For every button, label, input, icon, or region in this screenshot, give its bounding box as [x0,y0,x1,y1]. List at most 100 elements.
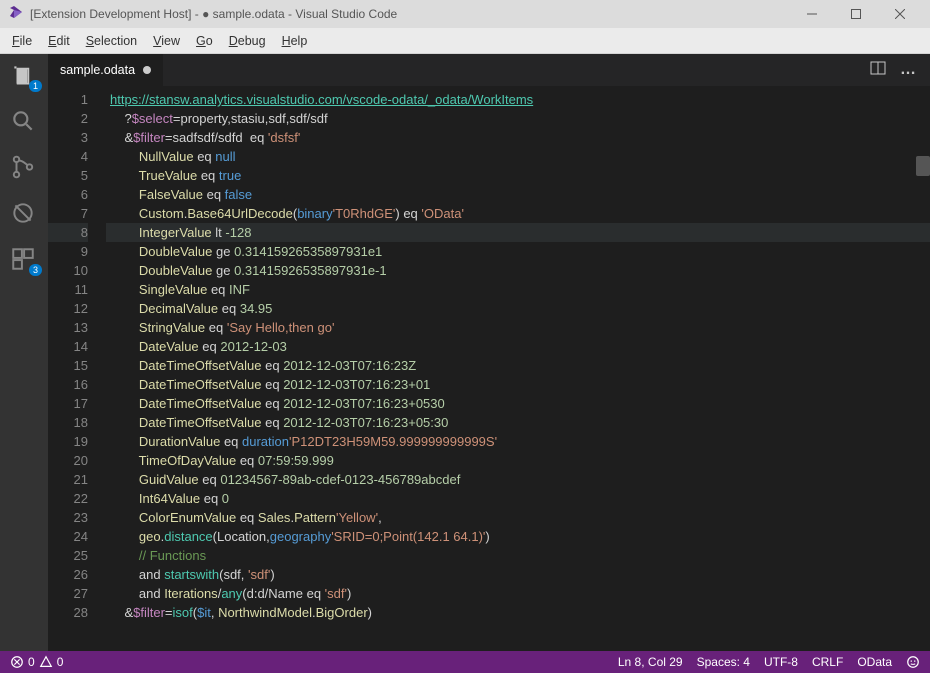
line-number: 2 [48,109,88,128]
code-line[interactable]: TimeOfDayValue eq 07:59:59.999 [106,451,930,470]
code-line[interactable]: and startswith(sdf, 'sdf') [106,565,930,584]
minimap-thumb[interactable] [916,156,930,176]
explorer-badge: 1 [29,80,42,92]
menu-go[interactable]: Go [188,31,221,51]
code-line[interactable]: DurationValue eq duration'P12DT23H59M59.… [106,432,930,451]
line-number: 7 [48,204,88,223]
code-line[interactable]: ?$select=property,stasiu,sdf,sdf/sdf [106,109,930,128]
line-number: 26 [48,565,88,584]
dirty-indicator-icon [143,66,151,74]
code-line[interactable]: DoubleValue ge 0.31415926535897931e-1 [106,261,930,280]
code-line[interactable]: StringValue eq 'Say Hello,then go' [106,318,930,337]
line-number: 18 [48,413,88,432]
status-warnings-count: 0 [57,655,64,669]
source-control-icon[interactable] [10,154,38,182]
code-line[interactable]: ColorEnumValue eq Sales.Pattern'Yellow', [106,508,930,527]
line-number: 28 [48,603,88,622]
code-content[interactable]: https://stansw.analytics.visualstudio.co… [106,86,930,651]
code-line[interactable]: GuidValue eq 01234567-89ab-cdef-0123-456… [106,470,930,489]
line-number: 3 [48,128,88,147]
line-number: 25 [48,546,88,565]
extensions-icon[interactable]: 3 [10,246,38,274]
status-lncol[interactable]: Ln 8, Col 29 [618,655,683,669]
line-number: 27 [48,584,88,603]
code-line[interactable]: &$filter=sadfsdf/sdfd eq 'dsfsf' [106,128,930,147]
line-number: 9 [48,242,88,261]
line-number: 10 [48,261,88,280]
code-line[interactable]: DateTimeOffsetValue eq 2012-12-03T07:16:… [106,413,930,432]
line-number: 13 [48,318,88,337]
line-number: 23 [48,508,88,527]
status-errors-count: 0 [28,655,35,669]
status-language[interactable]: OData [857,655,892,669]
menu-help[interactable]: Help [274,31,316,51]
menu-edit[interactable]: Edit [40,31,78,51]
status-problems[interactable]: 0 0 [10,655,63,669]
tab-bar: sample.odata … [48,54,930,86]
code-line[interactable]: DateValue eq 2012-12-03 [106,337,930,356]
activity-bar: 1 3 [0,54,48,651]
code-editor[interactable]: 1234567891011121314151617181920212223242… [48,86,930,651]
app-logo-icon [8,6,24,22]
minimize-button[interactable] [790,0,834,28]
title-bar: [Extension Development Host] - ● sample.… [0,0,930,28]
debug-icon[interactable] [10,200,38,228]
editor-group: sample.odata … 1234567891011121314151617… [48,54,930,651]
status-spaces[interactable]: Spaces: 4 [697,655,750,669]
code-line[interactable]: // Functions [106,546,930,565]
line-number: 5 [48,166,88,185]
menu-file[interactable]: File [4,31,40,51]
line-number: 24 [48,527,88,546]
line-number: 1 [48,90,88,109]
status-feedback-icon[interactable] [906,655,920,669]
menu-bar: FileEditSelectionViewGoDebugHelp [0,28,930,54]
line-number: 14 [48,337,88,356]
code-line[interactable]: DateTimeOffsetValue eq 2012-12-03T07:16:… [106,394,930,413]
code-line[interactable]: NullValue eq null [106,147,930,166]
line-number: 17 [48,394,88,413]
line-number: 8 [48,223,88,242]
line-number: 11 [48,280,88,299]
code-line[interactable]: TrueValue eq true [106,166,930,185]
menu-debug[interactable]: Debug [221,31,274,51]
line-number: 4 [48,147,88,166]
code-line[interactable]: Int64Value eq 0 [106,489,930,508]
code-line[interactable]: DateTimeOffsetValue eq 2012-12-03T07:16:… [106,375,930,394]
line-number: 19 [48,432,88,451]
code-line[interactable]: Custom.Base64UrlDecode(binary'T0RhdGE') … [106,204,930,223]
code-line[interactable]: IntegerValue lt -128 [106,223,930,242]
line-number-gutter: 1234567891011121314151617181920212223242… [48,86,106,651]
status-eol[interactable]: CRLF [812,655,843,669]
status-bar: 0 0 Ln 8, Col 29 Spaces: 4 UTF-8 CRLF OD… [0,651,930,673]
menu-selection[interactable]: Selection [78,31,145,51]
line-number: 21 [48,470,88,489]
code-line[interactable]: SingleValue eq INF [106,280,930,299]
explorer-icon[interactable]: 1 [10,62,38,90]
code-line[interactable]: https://stansw.analytics.visualstudio.co… [106,90,930,109]
split-editor-icon[interactable] [870,60,886,81]
code-line[interactable]: FalseValue eq false [106,185,930,204]
line-number: 12 [48,299,88,318]
maximize-button[interactable] [834,0,878,28]
line-number: 16 [48,375,88,394]
search-icon[interactable] [10,108,38,136]
minimap[interactable] [916,86,930,651]
more-actions-icon[interactable]: … [900,61,918,79]
code-line[interactable]: and Iterations/any(d:d/Name eq 'sdf') [106,584,930,603]
line-number: 15 [48,356,88,375]
code-line[interactable]: DecimalValue eq 34.95 [106,299,930,318]
code-line[interactable]: geo.distance(Location,geography'SRID=0;P… [106,527,930,546]
extensions-badge: 3 [29,264,42,276]
line-number: 20 [48,451,88,470]
tab-sample-odata[interactable]: sample.odata [48,54,164,86]
code-line[interactable]: DoubleValue ge 0.31415926535897931e1 [106,242,930,261]
menu-view[interactable]: View [145,31,188,51]
status-encoding[interactable]: UTF-8 [764,655,798,669]
tab-label: sample.odata [60,63,135,77]
close-button[interactable] [878,0,922,28]
window-title: [Extension Development Host] - ● sample.… [30,7,397,21]
code-line[interactable]: &$filter=isof($it, NorthwindModel.BigOrd… [106,603,930,622]
line-number: 6 [48,185,88,204]
code-line[interactable]: DateTimeOffsetValue eq 2012-12-03T07:16:… [106,356,930,375]
line-number: 22 [48,489,88,508]
